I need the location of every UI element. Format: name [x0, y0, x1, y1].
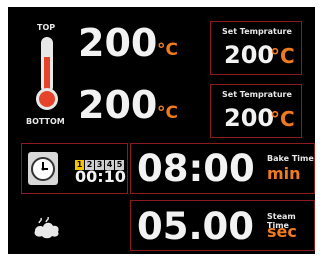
top-label: TOP	[37, 23, 56, 32]
set-bottom-temperature-value: 200	[224, 104, 275, 132]
top-temperature-value: 200	[78, 21, 158, 65]
steam-time-box[interactable]: 05.00 Steam Time sec	[130, 200, 315, 251]
step-time: 00:10	[75, 167, 126, 186]
set-top-temperature-unit: °C	[270, 44, 295, 68]
set-top-temperature-box[interactable]: Set Temprature 200 °C	[210, 21, 302, 75]
steam-time-value: 05.00	[137, 205, 255, 248]
bottom-temperature-unit: °C	[157, 103, 178, 123]
set-temperature-label: Set Temprature	[222, 90, 292, 99]
oven-control-screen: TOP BOTTOM 200 °C 200 °C Set Temprature …	[8, 7, 315, 254]
steam-icon	[34, 217, 59, 239]
thermometer-icon	[36, 37, 58, 110]
bake-time-box[interactable]: 08:00 Bake Time min	[130, 143, 315, 194]
bottom-temperature-value: 200	[78, 83, 158, 127]
bake-time-unit: min	[267, 164, 301, 183]
step-timer-box[interactable]: 12345 00:10	[21, 143, 128, 194]
set-top-temperature-value: 200	[224, 41, 275, 69]
bottom-label: BOTTOM	[26, 117, 65, 126]
steam-time-unit: sec	[267, 222, 297, 241]
set-bottom-temperature-box[interactable]: Set Temprature 200 °C	[210, 84, 302, 138]
clock-icon	[28, 152, 58, 185]
set-bottom-temperature-unit: °C	[270, 107, 295, 131]
set-temperature-label: Set Temprature	[222, 27, 292, 36]
bake-time-value: 08:00	[137, 147, 255, 190]
bake-time-label: Bake Time	[267, 154, 314, 163]
top-temperature-unit: °C	[157, 40, 178, 60]
